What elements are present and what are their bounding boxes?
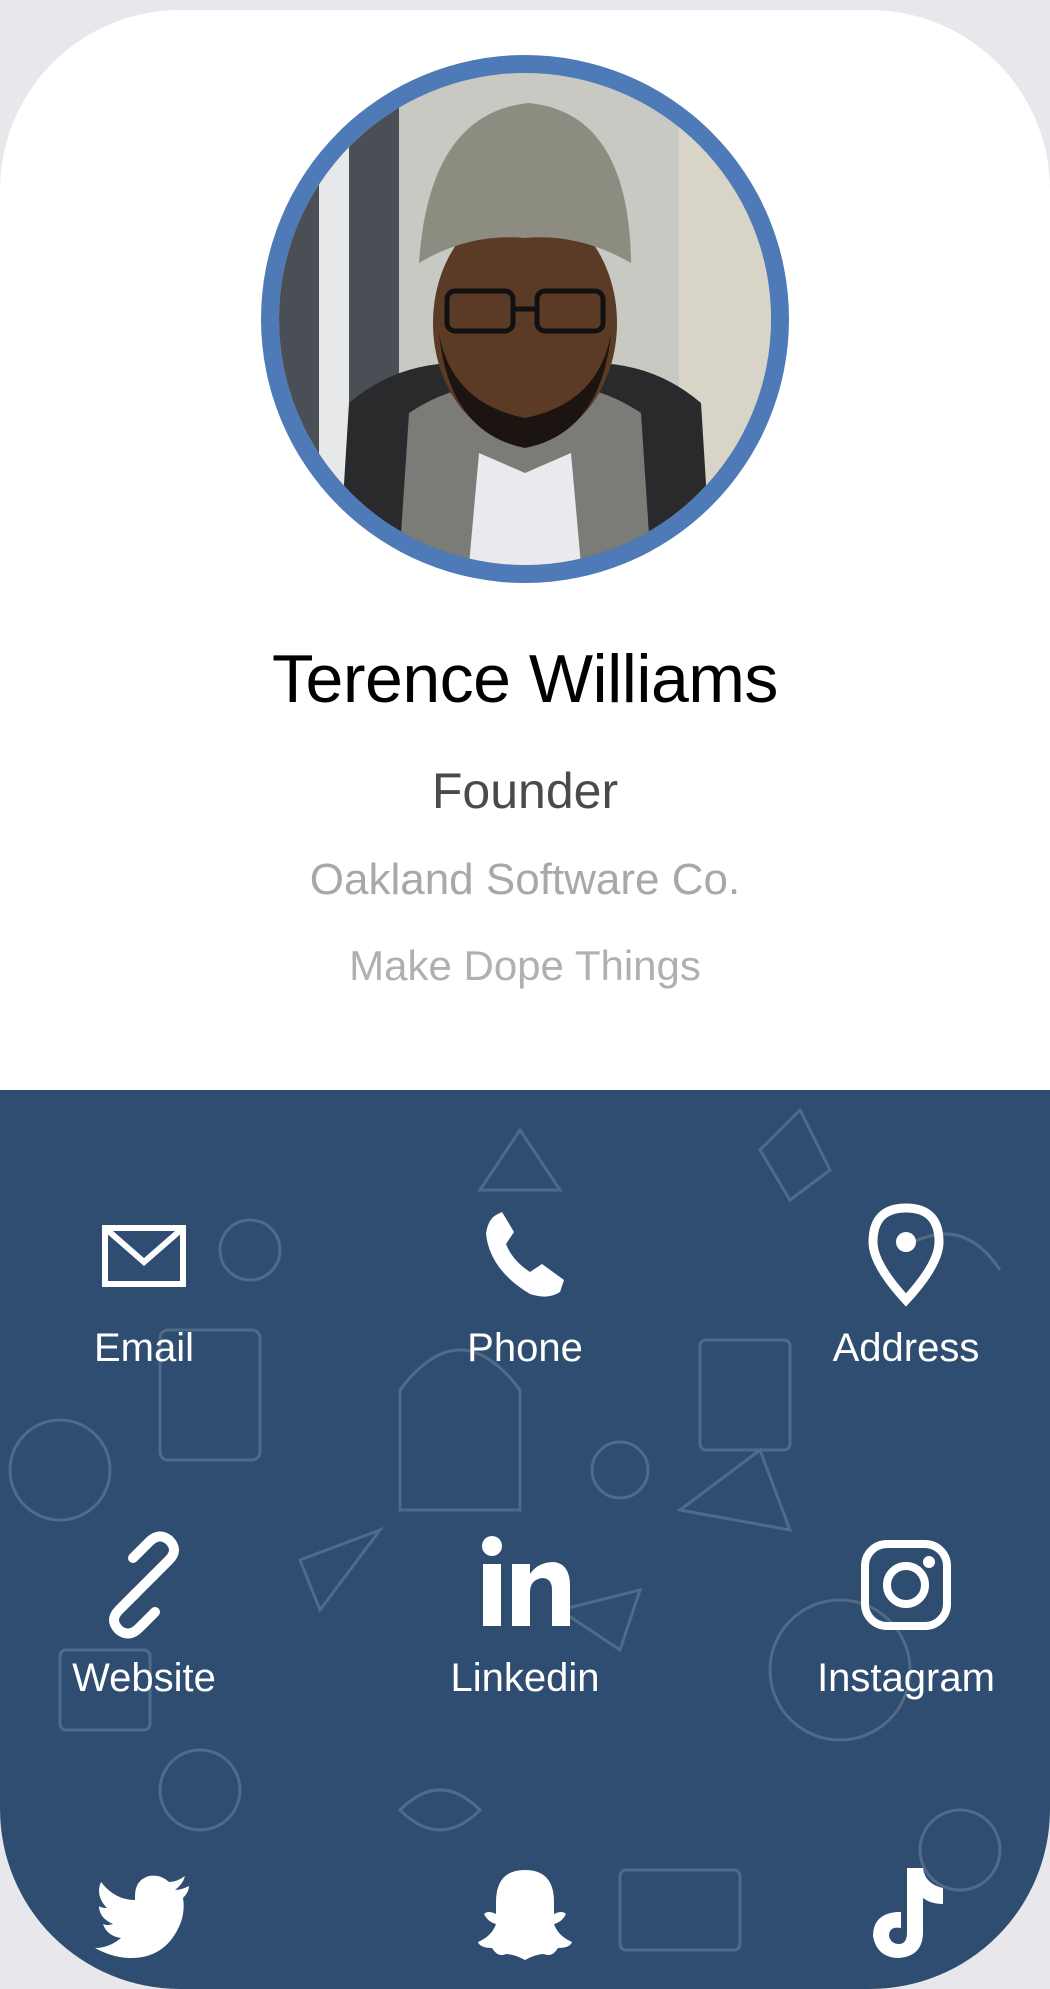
contact-card: Terence Williams Founder Oakland Softwar… bbox=[0, 10, 1050, 1989]
linkedin-icon bbox=[482, 1536, 570, 1626]
map-pin-icon bbox=[868, 1203, 944, 1307]
profile-company: Oakland Software Co. bbox=[309, 855, 741, 904]
links-panel: Email Phone Address Website Linkedin Ins… bbox=[0, 1090, 1050, 1989]
website-link[interactable]: Website bbox=[0, 1530, 294, 1701]
linkedin-link[interactable]: Linkedin bbox=[375, 1530, 675, 1701]
link-icon bbox=[109, 1531, 179, 1639]
email-label: Email bbox=[93, 1326, 195, 1370]
profile-title: Founder bbox=[431, 763, 619, 819]
phone-link[interactable]: Phone bbox=[375, 1200, 675, 1371]
email-link[interactable]: Email bbox=[0, 1200, 294, 1371]
snapchat-link[interactable] bbox=[375, 1860, 675, 1986]
twitter-link[interactable] bbox=[0, 1860, 294, 1986]
avatar[interactable] bbox=[279, 73, 771, 565]
snapchat-icon bbox=[478, 1870, 572, 1960]
instagram-link[interactable]: Instagram bbox=[756, 1530, 1050, 1701]
tiktok-icon bbox=[873, 1868, 943, 1958]
instagram-icon bbox=[861, 1540, 951, 1630]
phone-label: Phone bbox=[467, 1326, 583, 1370]
instagram-label: Instagram bbox=[817, 1656, 995, 1700]
envelope-icon bbox=[102, 1225, 186, 1287]
address-link[interactable]: Address bbox=[756, 1200, 1050, 1371]
avatar-photo bbox=[279, 73, 771, 565]
address-label: Address bbox=[832, 1326, 980, 1370]
website-label: Website bbox=[72, 1656, 216, 1700]
avatar-ring bbox=[261, 55, 789, 583]
profile-name: Terence Williams bbox=[272, 641, 778, 717]
phone-icon bbox=[486, 1212, 564, 1297]
tiktok-link[interactable] bbox=[756, 1860, 1050, 1986]
profile-tagline: Make Dope Things bbox=[349, 942, 701, 989]
twitter-icon bbox=[95, 1875, 189, 1958]
linkedin-label: Linkedin bbox=[450, 1656, 600, 1700]
